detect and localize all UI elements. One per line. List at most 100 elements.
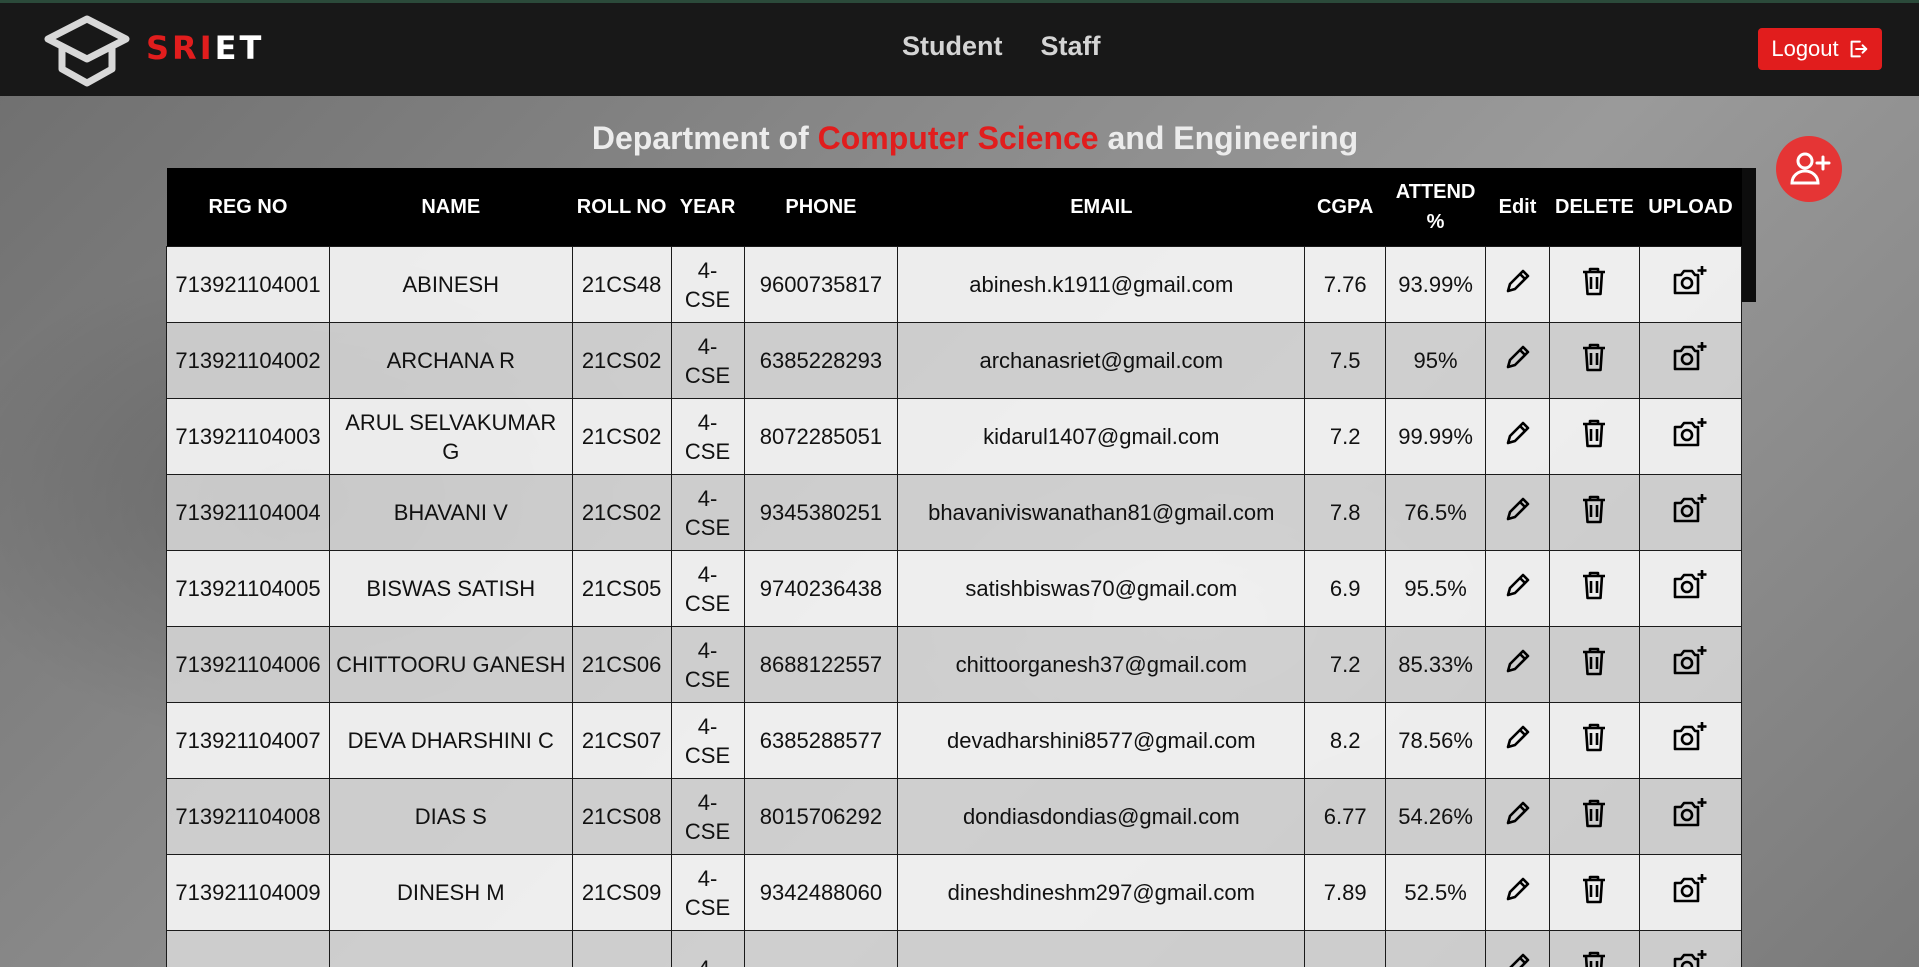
edit-cell	[1485, 322, 1550, 399]
cell-name: ARCHANA R	[328, 322, 573, 399]
cell-roll-no: 21CS02	[571, 322, 672, 399]
nav-link-student[interactable]: Student	[902, 31, 1003, 62]
cell-roll-no: 21CS06	[571, 626, 672, 703]
cell-cgpa: 7.5	[1304, 322, 1387, 399]
cell-reg-no	[166, 930, 330, 967]
header-name: NAME	[329, 168, 573, 247]
cell-cgpa: 8.2	[1304, 702, 1387, 779]
page-title-highlight: Computer Science	[817, 120, 1099, 156]
cell-year: 4-CSE	[670, 246, 745, 323]
cell-roll-no: 21CS08	[571, 778, 672, 855]
nav-link-staff[interactable]: Staff	[1041, 31, 1101, 62]
cell-name: CHITTOORU GANESH	[328, 626, 573, 703]
nav-links: Student Staff	[902, 31, 1101, 62]
upload-cell	[1638, 626, 1742, 703]
pencil-icon[interactable]	[1502, 645, 1534, 684]
cell-cgpa: 7.2	[1304, 626, 1387, 703]
cell-reg-no: 713921104005	[166, 550, 330, 627]
cell-name: DEVA DHARSHINI C	[328, 702, 573, 779]
pencil-icon[interactable]	[1502, 721, 1534, 760]
cell-phone: 8072285051	[743, 398, 899, 475]
cell-reg-no: 713921104003	[166, 398, 330, 475]
trash-icon[interactable]	[1579, 341, 1609, 380]
delete-cell	[1548, 474, 1640, 551]
edit-cell	[1485, 474, 1550, 551]
trash-icon[interactable]	[1579, 645, 1609, 684]
camera-plus-icon[interactable]	[1672, 644, 1708, 685]
cell-attendance: 54.26%	[1385, 778, 1487, 855]
table-scrollbar[interactable]	[1742, 168, 1756, 302]
brand-name-white: ET	[214, 29, 265, 67]
header-upload: UPLOAD	[1639, 168, 1742, 247]
cell-roll-no: 21CS02	[571, 474, 672, 551]
upload-cell	[1638, 930, 1742, 967]
cell-year: 4-CSE	[670, 474, 745, 551]
student-table-container: REG NO NAME ROLL NO YEAR PHONE EMAIL CGP…	[166, 168, 1742, 967]
camera-plus-icon[interactable]	[1672, 720, 1708, 761]
pencil-icon[interactable]	[1502, 569, 1534, 608]
pencil-icon[interactable]	[1502, 265, 1534, 304]
graduation-cap-logo[interactable]	[44, 15, 130, 87]
pencil-icon[interactable]	[1502, 493, 1534, 532]
camera-plus-icon[interactable]	[1672, 872, 1708, 913]
camera-plus-icon[interactable]	[1672, 492, 1708, 533]
edit-cell	[1485, 626, 1550, 703]
cell-reg-no: 713921104008	[166, 778, 330, 855]
cell-attendance: 95.5%	[1385, 550, 1487, 627]
add-user-button[interactable]	[1776, 136, 1842, 202]
cell-attendance: 85.33%	[1385, 626, 1487, 703]
trash-icon[interactable]	[1579, 721, 1609, 760]
cell-attendance: 93.99%	[1385, 246, 1487, 323]
table-row: 713921104001 ABINESH 21CS48 4-CSE 960073…	[166, 246, 1742, 323]
trash-icon[interactable]	[1579, 493, 1609, 532]
cell-email: bhavaniviswanathan81@gmail.com	[897, 474, 1306, 551]
delete-cell	[1548, 854, 1640, 931]
camera-plus-icon[interactable]	[1672, 568, 1708, 609]
trash-icon[interactable]	[1579, 949, 1609, 967]
cell-year: 4-CSE	[670, 702, 745, 779]
trash-icon[interactable]	[1579, 265, 1609, 304]
pencil-icon[interactable]	[1502, 797, 1534, 836]
camera-plus-icon[interactable]	[1672, 340, 1708, 381]
cell-phone: 6385288577	[743, 702, 899, 779]
trash-icon[interactable]	[1579, 797, 1609, 836]
cell-email	[897, 930, 1306, 967]
cell-cgpa: 7.8	[1304, 474, 1387, 551]
camera-plus-icon[interactable]	[1672, 796, 1708, 837]
table-row: 713921104005 BISWAS SATISH 21CS05 4-CSE …	[166, 550, 1742, 627]
edit-cell	[1485, 930, 1550, 967]
brand-name[interactable]: SRIET	[146, 29, 264, 67]
pencil-icon[interactable]	[1502, 341, 1534, 380]
trash-icon[interactable]	[1579, 873, 1609, 912]
cell-year: 4-CSE	[670, 322, 745, 399]
cell-roll-no: 21CS07	[571, 702, 672, 779]
pencil-icon[interactable]	[1502, 417, 1534, 456]
cell-name: DINESH M	[328, 854, 573, 931]
pencil-icon[interactable]	[1502, 873, 1534, 912]
cell-roll-no: 21CS48	[571, 246, 672, 323]
cell-reg-no: 713921104006	[166, 626, 330, 703]
cell-cgpa: 7.89	[1304, 854, 1387, 931]
cell-phone: 8015706292	[743, 778, 899, 855]
camera-plus-icon[interactable]	[1672, 948, 1708, 967]
trash-icon[interactable]	[1579, 569, 1609, 608]
camera-plus-icon[interactable]	[1672, 416, 1708, 457]
cell-phone	[743, 930, 899, 967]
cell-reg-no: 713921104009	[166, 854, 330, 931]
edit-cell	[1485, 854, 1550, 931]
header-phone: PHONE	[744, 168, 898, 247]
logout-button[interactable]: Logout	[1758, 28, 1882, 70]
cell-phone: 8688122557	[743, 626, 899, 703]
edit-cell	[1485, 778, 1550, 855]
trash-icon[interactable]	[1579, 417, 1609, 456]
header-edit: Edit	[1485, 168, 1550, 247]
header-attendance: ATTEND %	[1385, 168, 1486, 247]
camera-plus-icon[interactable]	[1672, 264, 1708, 305]
edit-cell	[1485, 550, 1550, 627]
edit-cell	[1485, 702, 1550, 779]
edit-cell	[1485, 398, 1550, 475]
cell-roll-no: 21CS09	[571, 854, 672, 931]
table-row: 713921104006 CHITTOORU GANESH 21CS06 4-C…	[166, 626, 1742, 703]
cell-name: DIAS S	[328, 778, 573, 855]
pencil-icon[interactable]	[1502, 949, 1534, 967]
